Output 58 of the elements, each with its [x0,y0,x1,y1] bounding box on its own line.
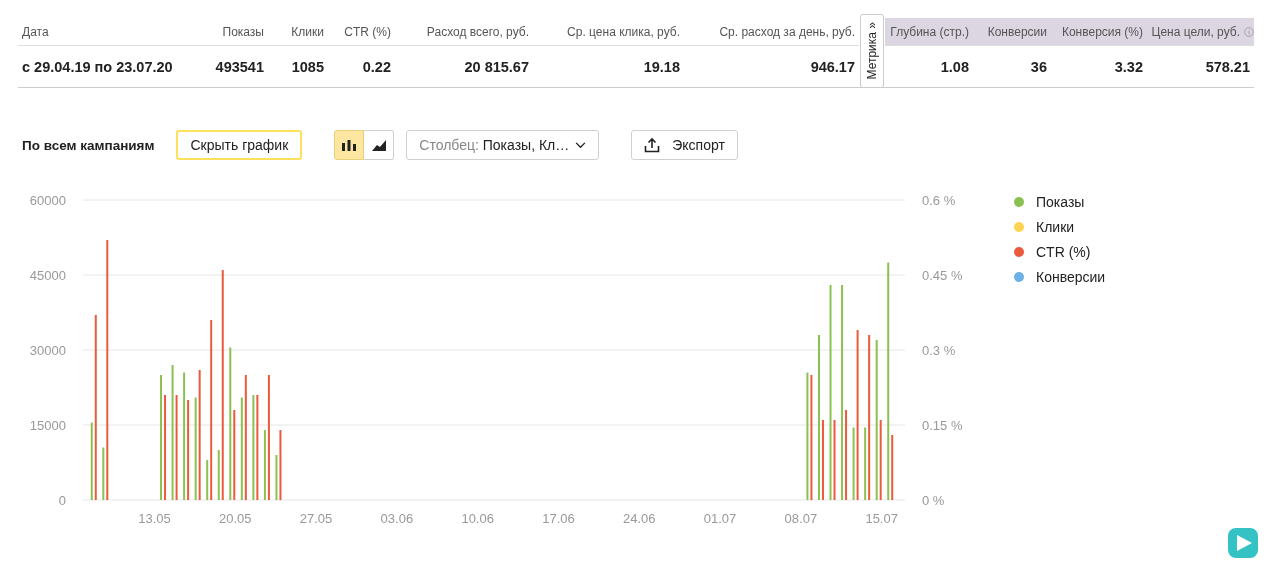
axis-label: 01.07 [703,511,737,526]
table-cell-text: 19.18 [642,58,681,77]
legend-label[interactable]: Клики [1036,219,1075,235]
legend-label[interactable]: CTR (%) [1036,244,1091,260]
area-chart-toggle[interactable] [364,130,395,160]
axis-label: 0.45 % [922,268,963,283]
column-header: Глубина (стр.) [885,18,973,46]
axis-label: 15000 [29,418,66,433]
column-dropdown[interactable]: Столбец: Показы, Кл… [406,130,600,160]
table-cell-text: 1.08 [939,58,970,77]
table-cell-text: 946.17 [809,58,856,77]
axis-label: 10.06 [461,511,494,526]
axis-label: 20.05 [219,511,252,526]
axis-label: 0.15 % [922,418,963,433]
area-chart-icon [371,139,386,151]
axis-label: 13.05 [138,511,171,526]
table-cell-text: 0.22 [361,58,392,77]
axis-label: 15.07 [865,511,898,526]
axis-label: 03.06 [380,511,414,526]
bar-chart-toggle[interactable] [334,130,365,160]
play-icon [1228,528,1258,558]
column-header: Клики [268,18,328,46]
axis-label: 17.06 [542,511,575,526]
column-header: Расход всего, руб. [395,18,533,46]
axis-label: 0.3 % [922,343,956,358]
bar-chart-icon [342,139,357,151]
column-header: Конверсия (%) [1051,18,1147,46]
axis-label: 45000 [29,268,66,283]
column-header: Показы [200,18,268,46]
axis-label: 0 [58,493,66,508]
column-header: Ср. расход за день, руб. [684,18,859,46]
column-header: CTR (%) [328,18,395,46]
axis-label: 30000 [29,343,66,358]
column-header: Конверсии [973,18,1051,46]
metrika-tab[interactable]: Метрика » [860,14,884,88]
legend-label[interactable]: Конверсии [1036,269,1106,285]
axis-label: 60000 [29,193,66,208]
legend-label[interactable]: Показы [1036,194,1085,210]
column-header: Ср. цена клика, руб. [533,18,684,46]
upload-icon [644,137,661,153]
column-header: Дата [18,18,200,46]
export-button[interactable]: Экспорт [631,130,738,160]
column-header: Цена цели, руб. [1147,18,1244,46]
table-cell-text: 36 [1029,58,1048,77]
table-cell-text: 578.21 [1204,58,1251,77]
hide-chart-button[interactable]: Скрыть график [176,130,303,160]
axis-label: 24.06 [623,511,656,526]
section-title: По всем кампаниям [22,137,155,153]
table-cell-text: 493541 [214,58,265,77]
axis-label: 0 % [922,493,945,508]
table-cell-text: 3.32 [1113,58,1144,77]
caret-icon [575,141,587,149]
table-cell-text: с 29.04.19 по 23.07.20 [21,58,174,77]
table-cell-text: 20 815.67 [463,58,530,77]
axis-label: 08.07 [784,511,818,526]
axis-label: 0.6 % [922,193,956,208]
table-cell-text: 1085 [290,58,325,77]
axis-label: 27.05 [299,511,333,526]
